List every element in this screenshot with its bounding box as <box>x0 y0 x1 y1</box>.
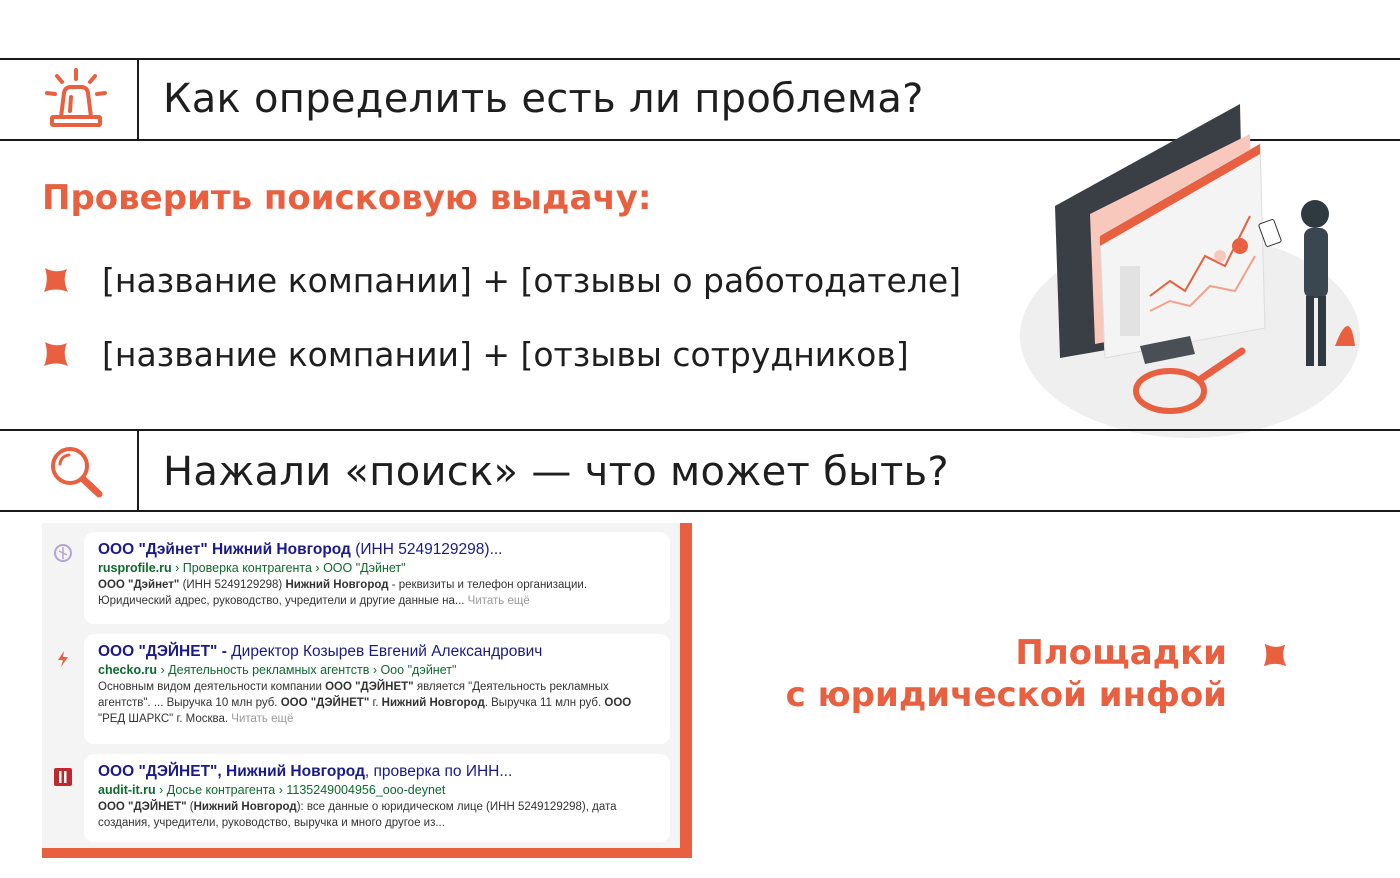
bullet-item: [название компании] + [отзывы сотруднико… <box>40 334 909 374</box>
legal-info-callout: Площадки с юридической инфой <box>786 632 1227 716</box>
result-title[interactable]: ООО "Дэйнет" Нижний Новгород (ИНН 524912… <box>98 540 658 560</box>
bullet-text: [название компании] + [отзывы сотруднико… <box>102 334 909 374</box>
search-result[interactable]: ООО "ДЭЙНЕТ", Нижний Новгород, проверка … <box>54 754 670 842</box>
bullet-text: [название компании] + [отзывы о работода… <box>102 260 962 300</box>
rusprofile-favicon <box>54 544 72 562</box>
star-bullet-icon <box>44 342 68 366</box>
result-url[interactable]: checko.ru › Деятельность рекламных агент… <box>98 662 658 679</box>
result-snippet: Основным видом деятельности компании ООО… <box>98 681 632 725</box>
divider-top <box>0 58 1400 60</box>
search-results-list: ООО "Дэйнет" Нижний Новгород (ИНН 524912… <box>42 523 680 848</box>
star-bullet-icon <box>44 268 68 292</box>
callout-line-2: с юридической инфой <box>785 675 1227 715</box>
callout-line-1: Площадки <box>1015 633 1227 673</box>
analytics-illustration <box>1020 104 1360 438</box>
result-url[interactable]: rusprofile.ru › Проверка контрагента › О… <box>98 560 658 577</box>
read-more-link[interactable]: Читать ещё <box>231 713 293 725</box>
result-url[interactable]: audit-it.ru › Досье контрагента › 113524… <box>98 782 658 799</box>
divider-3 <box>0 510 1400 512</box>
bullet-item: [название компании] + [отзывы о работода… <box>40 260 961 300</box>
search-result[interactable]: ООО "Дэйнет" Нижний Новгород (ИНН 524912… <box>54 532 670 624</box>
siren-icon <box>45 68 107 127</box>
result-title[interactable]: ООО "ДЭЙНЕТ", Нижний Новгород, проверка … <box>98 762 658 782</box>
section-title-search: Нажали «поиск» — что может быть? <box>163 449 949 495</box>
checko-favicon <box>58 651 68 667</box>
search-icon <box>51 447 103 498</box>
read-more-link[interactable]: Читать ещё <box>468 595 530 607</box>
search-results-panel: ООО "Дэйнет" Нижний Новгород (ИНН 524912… <box>42 523 692 858</box>
divider-vertical-1 <box>137 58 139 140</box>
divider-vertical-2 <box>137 429 139 511</box>
audit-it-favicon <box>54 768 72 786</box>
search-result[interactable]: ООО "ДЭЙНЕТ" - Директор Козырев Евгений … <box>58 634 670 744</box>
divider-2 <box>0 429 1400 431</box>
result-snippet: ООО "ДЭЙНЕТ" (Нижний Новгород): все данн… <box>98 801 617 829</box>
result-title[interactable]: ООО "ДЭЙНЕТ" - Директор Козырев Евгений … <box>98 642 658 662</box>
star-bullet-icon <box>1263 643 1287 667</box>
section-title-problem: Как определить есть ли проблема? <box>163 76 924 122</box>
result-snippet: ООО "Дэйнет" (ИНН 5249129298) Нижний Нов… <box>98 579 588 607</box>
check-heading: Проверить поисковую выдачу: <box>42 178 652 218</box>
